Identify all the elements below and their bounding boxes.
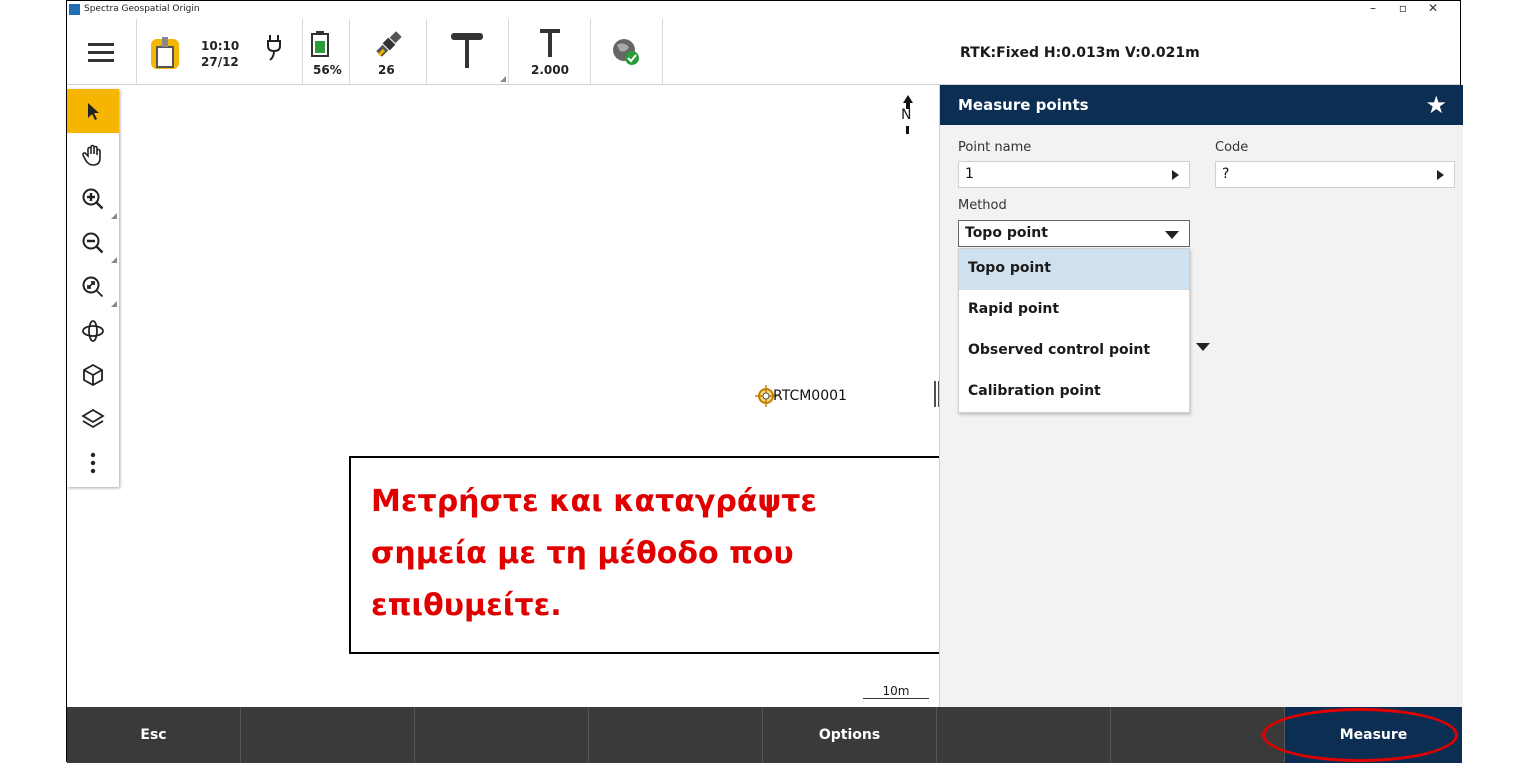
more-tool[interactable] (67, 441, 119, 485)
zoom-in-icon (82, 188, 104, 210)
softkey-empty-2 (415, 707, 589, 763)
job-icon (151, 37, 179, 69)
softkey-empty-5 (1111, 707, 1285, 763)
minimize-button[interactable]: – (1358, 1, 1388, 15)
method-selected-value: Topo point (965, 225, 1048, 241)
zoom-in-corner-indicator (111, 213, 117, 219)
rtk-status[interactable]: RTK:Fixed H:0.013m V:0.021m (960, 45, 1200, 61)
panel-title: Measure points (958, 96, 1089, 114)
hand-icon (82, 144, 101, 166)
gnss-receiver-icon (451, 33, 483, 68)
orbit-tool[interactable] (67, 309, 119, 353)
zoom-in-tool[interactable] (67, 177, 119, 221)
title-bar: Spectra Geospatial Origin – ▫ ✕ (67, 1, 1460, 19)
battery-status[interactable]: 56% (303, 19, 350, 84)
view-3d-tool[interactable] (67, 353, 119, 397)
north-arrow: N (898, 95, 918, 140)
method-dropdown-arrow-icon[interactable] (1165, 231, 1179, 239)
point-name-label: Point name (958, 140, 1032, 155)
cube-icon (83, 363, 103, 387)
restore-button[interactable]: ▫ (1388, 1, 1418, 15)
point-name-arrow-icon[interactable] (1172, 170, 1179, 180)
more-vertical-icon (90, 452, 96, 474)
softkey-bar: Esc Options Measure (67, 707, 1462, 763)
method-option-topo-point[interactable]: Topo point (959, 249, 1189, 290)
zoom-out-icon (82, 232, 104, 254)
north-tick (906, 126, 909, 134)
point-name-field[interactable]: 1 (958, 161, 1190, 188)
softkey-empty-1 (241, 707, 415, 763)
softkey-empty-4 (937, 707, 1111, 763)
internet-globe-icon (613, 39, 639, 65)
battery-icon (311, 31, 329, 57)
obscured-dropdown-arrow-icon[interactable] (1196, 343, 1210, 351)
softkey-empty-3 (589, 707, 763, 763)
options-button[interactable]: Options (763, 707, 937, 763)
clock-time: 10:10 (201, 39, 240, 53)
favorite-star-icon[interactable]: ★ (1425, 91, 1447, 119)
method-option-observed-control-point[interactable]: Observed control point (959, 331, 1189, 372)
method-label: Method (958, 198, 1007, 213)
scale-bar: 10m (863, 684, 929, 699)
measure-points-panel: Measure points ★ Point name 1 Code ? Met… (939, 85, 1463, 707)
callout-line-3: επιθυμείτε. (371, 588, 562, 623)
panel-header: Measure points ★ (940, 85, 1463, 125)
receiver-corner-indicator (500, 76, 506, 82)
power-plug-icon (267, 35, 281, 61)
menu-button[interactable] (67, 19, 137, 84)
close-button[interactable]: ✕ (1418, 1, 1448, 15)
window-title: Spectra Geospatial Origin (84, 4, 200, 14)
layers-icon (81, 408, 105, 429)
method-select[interactable]: Topo point (958, 220, 1190, 247)
hamburger-menu-icon (88, 43, 114, 62)
clock-date: 27/12 (201, 55, 239, 69)
measure-button[interactable]: Measure (1285, 707, 1462, 763)
method-option-rapid-point[interactable]: Rapid point (959, 290, 1189, 331)
pointer-arrow-icon (88, 103, 99, 120)
orbit-icon (82, 320, 104, 342)
rtcm-point-label: RTCM0001 (773, 388, 847, 404)
code-label: Code (1215, 140, 1249, 155)
zoom-extents-icon (82, 276, 104, 298)
method-dropdown-list: Topo point Rapid point Observed control … (958, 248, 1190, 413)
satellite-status[interactable]: 26 (350, 19, 427, 84)
satellite-icon (376, 31, 402, 57)
internet-status[interactable] (591, 19, 663, 84)
app-logo-icon (69, 4, 80, 15)
layers-tool[interactable] (67, 397, 119, 441)
code-field[interactable]: ? (1215, 161, 1455, 188)
code-value: ? (1222, 166, 1230, 182)
receiver-status[interactable] (427, 19, 509, 84)
battery-percent: 56% (313, 63, 342, 77)
satellite-count: 26 (378, 63, 395, 77)
pan-tool[interactable] (67, 133, 119, 177)
method-option-calibration-point[interactable]: Calibration point (959, 372, 1189, 413)
status-bar: 10:10 27/12 56% 26 2.000 RTK:Fixed H:0.0… (67, 19, 1460, 85)
app-window: Spectra Geospatial Origin – ▫ ✕ 10:10 27… (66, 0, 1463, 763)
select-tool[interactable] (67, 89, 119, 133)
zoom-out-tool[interactable] (67, 221, 119, 265)
antenna-height-status[interactable]: 2.000 (509, 19, 591, 84)
zoom-extents-corner-indicator (111, 301, 117, 307)
north-label: N (901, 107, 912, 123)
zoom-out-corner-indicator (111, 257, 117, 263)
antenna-pole-icon (540, 29, 560, 57)
code-arrow-icon[interactable] (1437, 170, 1444, 180)
callout-line-1: Μετρήστε και καταγράψτε (371, 484, 818, 519)
callout-line-2: σημεία με τη μέθοδο που (371, 536, 794, 571)
esc-button[interactable]: Esc (67, 707, 241, 763)
antenna-height: 2.000 (531, 63, 569, 77)
job-status[interactable]: 10:10 27/12 (137, 19, 303, 84)
map-toolbar (67, 89, 119, 487)
instruction-callout: Μετρήστε και καταγράψτε σημεία με τη μέθ… (349, 456, 973, 654)
zoom-extents-tool[interactable] (67, 265, 119, 309)
point-name-value: 1 (965, 166, 974, 182)
